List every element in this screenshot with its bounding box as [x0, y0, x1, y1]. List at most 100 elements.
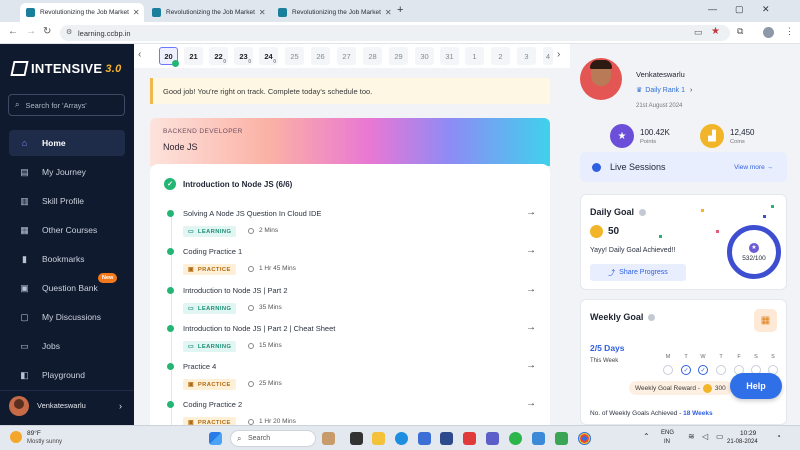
date-item[interactable]: 23 0 — [234, 47, 253, 65]
minimize-icon[interactable]: — — [708, 4, 717, 14]
wifi-icon[interactable]: ≋ — [688, 432, 695, 441]
lesson-item[interactable]: Coding Practice 1 → ▣ PRACTICE 1 Hr 45 Mi… — [166, 245, 536, 284]
date-item[interactable]: 4 — [543, 47, 553, 65]
date-item[interactable]: 29 — [389, 47, 408, 65]
arrow-right-icon[interactable]: → — [526, 284, 536, 295]
edge-browser-icon[interactable] — [395, 432, 408, 445]
app-icon[interactable] — [532, 432, 545, 445]
brand-logo[interactable]: INTENSIVE 3.0 — [10, 61, 122, 76]
weather-desc[interactable]: Mostly sunny — [27, 439, 62, 445]
clock-date[interactable]: 21-08-2024 — [727, 439, 758, 445]
lesson-item[interactable]: Solving A Node JS Question In Cloud IDE … — [166, 207, 536, 246]
sidebar-item-playground[interactable]: ◧ Playground — [9, 362, 125, 388]
search-input[interactable]: ⌕ Search for 'Arrays' — [8, 94, 125, 116]
chrome-icon[interactable] — [578, 432, 591, 445]
info-icon[interactable] — [648, 313, 656, 321]
site-info-icon[interactable]: ⚙ — [66, 28, 72, 36]
app-icon[interactable] — [440, 432, 453, 445]
arrow-right-icon[interactable]: → — [526, 360, 536, 371]
arrow-right-icon[interactable]: → — [526, 207, 536, 218]
browser-tab-bar: Revolutionizing the Job Market ✕ Revolut… — [0, 0, 800, 22]
date-item[interactable]: 24 0 — [259, 47, 278, 65]
date-item[interactable]: 1 — [465, 47, 484, 65]
sidebar-item-bookmarks[interactable]: ▮ Bookmarks — [9, 246, 125, 272]
widgets-icon[interactable] — [322, 432, 335, 445]
store-icon[interactable] — [418, 432, 431, 445]
lesson-item[interactable]: Introduction to Node JS | Part 2 → ▭ LEAR… — [166, 284, 536, 323]
windows-start-icon[interactable] — [209, 432, 222, 445]
forward-arrow-icon[interactable]: → — [26, 26, 36, 37]
date-item[interactable]: 25 — [285, 47, 304, 65]
card-title: Weekly Goal — [590, 312, 644, 322]
arrow-right-icon[interactable]: → — [526, 322, 536, 333]
window-close-icon[interactable]: ✕ — [762, 4, 770, 15]
date-item[interactable]: 3 — [517, 47, 536, 65]
browser-tab-1[interactable]: Revolutionizing the Job Market ✕ — [20, 3, 144, 22]
close-icon[interactable]: ✕ — [129, 8, 140, 17]
mcafee-icon[interactable] — [463, 432, 476, 445]
sidebar-item-jobs[interactable]: ▭ Jobs — [9, 333, 125, 359]
lesson-tag-text: LEARNING — [197, 305, 232, 312]
sidebar-item-skill-profile[interactable]: ▥ Skill Profile — [9, 188, 125, 214]
language-label[interactable]: ENG — [661, 430, 674, 436]
sidebar-item-my-discussions[interactable]: ▢ My Discussions — [9, 304, 125, 330]
avatar[interactable] — [580, 58, 622, 100]
task-view-icon[interactable] — [350, 432, 363, 445]
app-icon[interactable] — [555, 432, 568, 445]
close-icon[interactable]: ✕ — [381, 8, 392, 17]
view-more-link[interactable]: View more → — [734, 164, 773, 171]
points-label: Points — [640, 138, 657, 145]
sidebar-item-home[interactable]: ⌂ Home — [9, 130, 125, 156]
reload-icon[interactable]: ↻ — [43, 26, 51, 37]
sidebar-user[interactable]: Venkateswarlu › — [0, 390, 134, 420]
region-label[interactable]: IN — [664, 439, 670, 445]
url-input[interactable]: ⚙ learning.ccbp.in — [60, 25, 730, 41]
lesson-item[interactable]: Introduction to Node JS | Part 2 | Cheat… — [166, 322, 536, 361]
chevron-right-icon[interactable]: › — [557, 49, 560, 60]
extensions-icon[interactable]: ⧉ — [737, 26, 743, 37]
lesson-title: Practice 4 — [183, 362, 217, 371]
sidebar-item-other-courses[interactable]: ▦ Other Courses — [9, 217, 125, 243]
arrow-right-icon[interactable]: → — [526, 398, 536, 409]
file-explorer-icon[interactable] — [372, 432, 385, 445]
share-progress-button[interactable]: ⤴ Share Progress — [590, 264, 686, 281]
teams-icon[interactable] — [486, 432, 499, 445]
close-icon[interactable]: ✕ — [255, 8, 266, 17]
date-item[interactable]: 30 — [415, 47, 434, 65]
taskbar-search[interactable]: ⌕ Search — [230, 430, 316, 447]
volume-icon[interactable]: ◁ — [702, 432, 708, 441]
new-tab-icon[interactable]: + — [397, 4, 403, 16]
battery-icon[interactable]: ▭ — [716, 432, 724, 441]
clock-time[interactable]: 10:29 — [740, 430, 756, 437]
date-item[interactable]: 31 — [440, 47, 459, 65]
chevron-left-icon[interactable]: ‹ — [138, 49, 141, 60]
browser-tab-3[interactable]: Revolutionizing the Job Market ✕ — [272, 3, 396, 22]
date-item[interactable]: 21 — [184, 47, 203, 65]
date-item[interactable]: 27 — [337, 47, 356, 65]
date-item[interactable]: 22 0 — [209, 47, 228, 65]
menu-kebab-icon[interactable]: ⋮ — [785, 26, 794, 37]
bookmark-star-icon[interactable]: ★ — [711, 26, 720, 37]
browser-tab-2[interactable]: Revolutionizing the Job Market ✕ — [146, 3, 270, 22]
sidebar-item-my-journey[interactable]: ▤ My Journey — [9, 159, 125, 185]
arrow-right-icon[interactable]: → — [526, 245, 536, 256]
notifications-icon[interactable]: ◔ — [776, 432, 781, 441]
module-header[interactable]: ✓ Introduction to Node JS (6/6) — [164, 178, 292, 190]
chevron-up-icon[interactable]: ⌃ — [643, 432, 650, 441]
back-arrow-icon[interactable]: ← — [8, 26, 18, 37]
live-sessions-card[interactable]: Live Sessions View more → — [580, 152, 787, 182]
date-item[interactable]: 26 — [311, 47, 330, 65]
browser-profile-icon[interactable] — [763, 27, 774, 38]
maximize-icon[interactable]: ▢ — [735, 4, 744, 15]
help-button[interactable]: Help — [730, 373, 782, 399]
whatsapp-icon[interactable] — [509, 432, 522, 445]
lesson-title: Coding Practice 2 — [183, 400, 243, 409]
daily-rank-link[interactable]: ♛ Daily Rank 1 › — [636, 86, 692, 94]
info-icon[interactable] — [639, 208, 647, 216]
lesson-item[interactable]: Practice 4 → ▣ PRACTICE 25 Mins — [166, 360, 536, 399]
weather-sun-icon[interactable] — [10, 431, 22, 443]
date-item[interactable]: 2 — [491, 47, 510, 65]
install-app-icon[interactable]: ▭ — [694, 27, 703, 38]
weather-temp[interactable]: 89°F — [27, 430, 41, 437]
date-item[interactable]: 28 — [363, 47, 382, 65]
